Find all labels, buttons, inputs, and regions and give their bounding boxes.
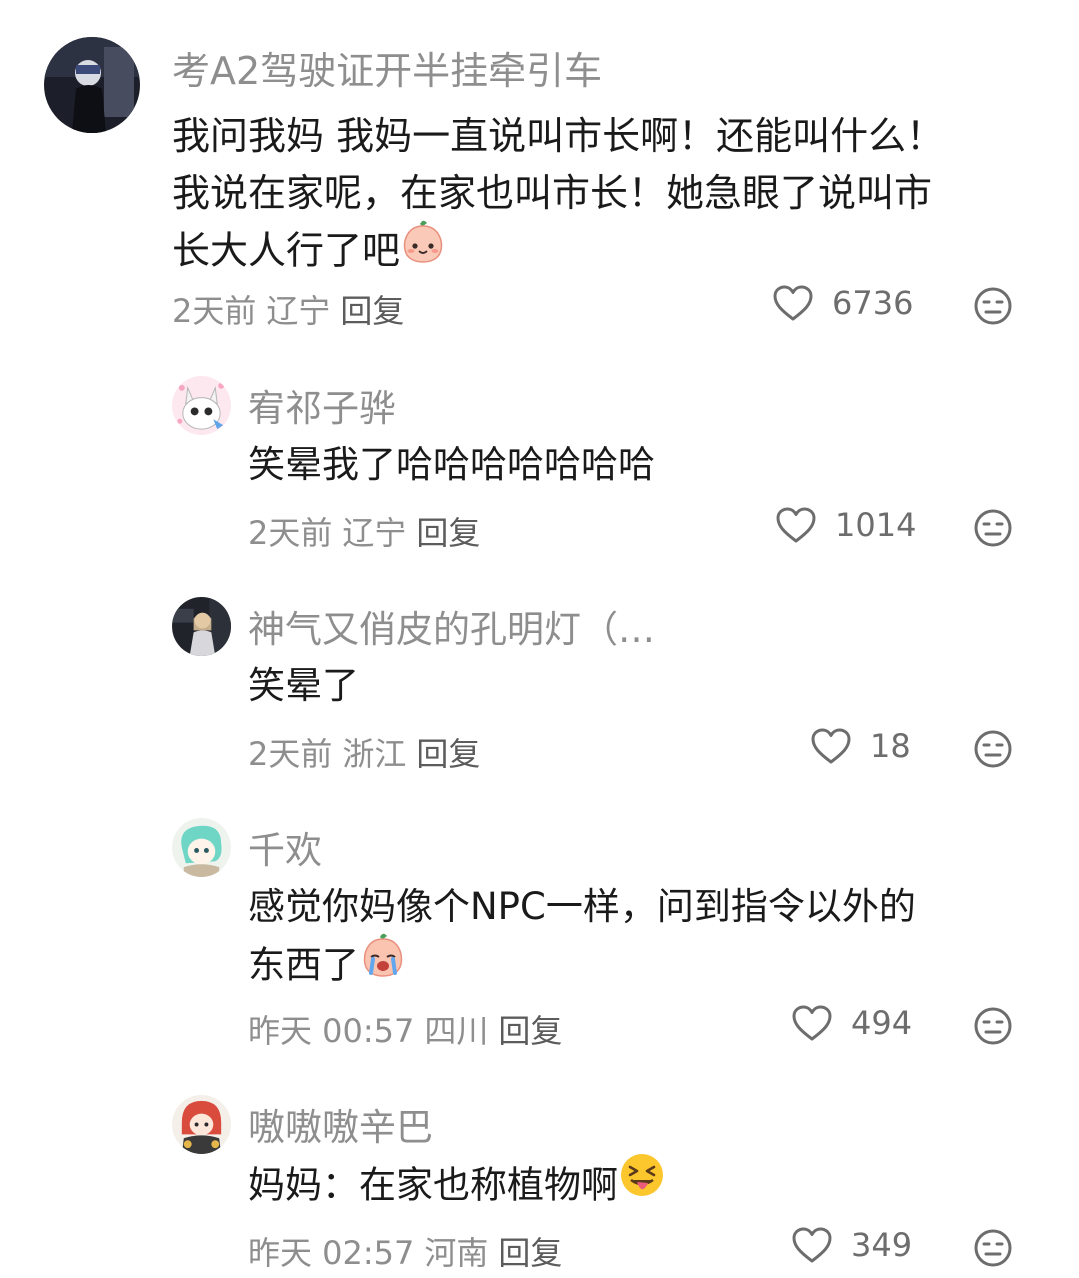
- comment-line: 笑晕我了哈哈哈哈哈哈哈: [248, 443, 655, 486]
- heart-icon: [791, 1004, 833, 1042]
- reply-button[interactable]: 回复: [498, 1234, 562, 1272]
- comment-line-text: 长大人行了吧: [172, 228, 401, 273]
- like-button[interactable]: 494: [791, 1004, 912, 1042]
- comment-time: 昨天 02:57: [248, 1234, 415, 1272]
- comment-line: 笑晕了: [248, 664, 359, 707]
- dislike-face-icon: [973, 1228, 1013, 1268]
- like-count: 18: [870, 727, 911, 765]
- comment-time: 2天前: [248, 735, 333, 773]
- comment-location: 辽宁: [342, 514, 407, 552]
- reply-button[interactable]: 回复: [416, 514, 480, 552]
- heart-icon: [791, 1226, 833, 1264]
- heart-icon: [810, 727, 852, 765]
- username[interactable]: 嗷嗷嗷辛巴: [248, 1097, 433, 1151]
- dislike-face-icon: [973, 508, 1013, 548]
- like-button[interactable]: 18: [810, 727, 911, 765]
- dislike-face-icon: [973, 286, 1013, 326]
- username[interactable]: 千欢: [248, 820, 322, 874]
- comment-text: 笑晕了: [248, 657, 359, 714]
- comment-line: 东西了: [248, 933, 916, 999]
- comment-time: 2天前: [172, 292, 257, 330]
- comment-line: 我问我妈 我妈一直说叫市长啊！还能叫什么！: [172, 114, 945, 158]
- comment-line: 我说在家呢，在家也叫市长！她急眼了说叫市: [172, 171, 933, 215]
- avatar[interactable]: [172, 597, 231, 656]
- dislike-face-icon: [973, 729, 1013, 769]
- comment-location: 四川: [424, 1012, 489, 1050]
- like-count: 494: [851, 1004, 913, 1042]
- heart-icon: [775, 506, 817, 544]
- comment-line: 妈妈：在家也称植物啊: [248, 1154, 666, 1219]
- dislike-button[interactable]: [973, 1228, 1013, 1268]
- avatar[interactable]: [44, 37, 140, 133]
- comment-line: 长大人行了吧: [172, 220, 944, 284]
- comment-text: 妈妈：在家也称植物啊: [248, 1154, 666, 1219]
- reply-button[interactable]: 回复: [498, 1012, 562, 1050]
- like-count: 349: [851, 1226, 913, 1264]
- dislike-button[interactable]: [973, 508, 1013, 548]
- comment-line-text: 妈妈：在家也称植物啊: [248, 1163, 618, 1207]
- comment-meta: 昨天 00:57 四川 回复: [248, 1006, 562, 1052]
- comment-meta: 2天前 辽宁 回复: [172, 286, 404, 332]
- comment-location: 河南: [424, 1234, 489, 1272]
- like-button[interactable]: 1014: [775, 506, 916, 544]
- like-count: 1014: [835, 506, 917, 544]
- comment-text: 我问我妈 我妈一直说叫市长啊！还能叫什么！ 我说在家呢，在家也叫市长！她急眼了说…: [172, 108, 944, 284]
- comment-list: 考A2驾驶证开半挂牵引车 我问我妈 我妈一直说叫市长啊！还能叫什么！ 我说在家呢…: [0, 0, 1079, 1278]
- comment-line: 感觉你妈像个NPC一样，问到指令以外的: [248, 885, 916, 928]
- comment-location: 浙江: [342, 735, 407, 773]
- comment-location: 辽宁: [266, 292, 331, 330]
- comment-time: 2天前: [248, 514, 333, 552]
- comment-text: 感觉你妈像个NPC一样，问到指令以外的 东西了: [248, 878, 916, 999]
- reply-button[interactable]: 回复: [416, 735, 480, 773]
- comment-meta: 2天前 浙江 回复: [248, 729, 480, 775]
- comment-meta: 2天前 辽宁 回复: [248, 508, 480, 554]
- avatar[interactable]: [172, 818, 231, 877]
- like-button[interactable]: 6736: [772, 284, 913, 322]
- comment-meta: 昨天 02:57 河南 回复: [248, 1228, 562, 1274]
- reply-button[interactable]: 回复: [340, 292, 404, 330]
- dislike-button[interactable]: [973, 286, 1013, 326]
- dislike-face-icon: [973, 1006, 1013, 1046]
- username[interactable]: 宥祁子骅: [248, 378, 396, 432]
- dislike-button[interactable]: [973, 729, 1013, 769]
- heart-icon: [772, 284, 814, 322]
- like-count: 6736: [832, 284, 914, 322]
- username[interactable]: 考A2驾驶证开半挂牵引车: [172, 40, 602, 95]
- comment-time: 昨天 00:57: [248, 1012, 415, 1050]
- comment-text: 笑晕我了哈哈哈哈哈哈哈: [248, 436, 655, 493]
- like-button[interactable]: 349: [791, 1226, 912, 1264]
- peach-smile-emoji: [400, 218, 446, 280]
- dislike-button[interactable]: [973, 1006, 1013, 1046]
- comment-line-text: 东西了: [248, 943, 359, 987]
- squinting-tongue-emoji: [618, 1151, 666, 1215]
- avatar[interactable]: [172, 1095, 231, 1154]
- username[interactable]: 神气又俏皮的孔明灯（…: [248, 599, 655, 653]
- avatar[interactable]: [172, 376, 231, 435]
- peach-cry-emoji: [359, 931, 407, 995]
